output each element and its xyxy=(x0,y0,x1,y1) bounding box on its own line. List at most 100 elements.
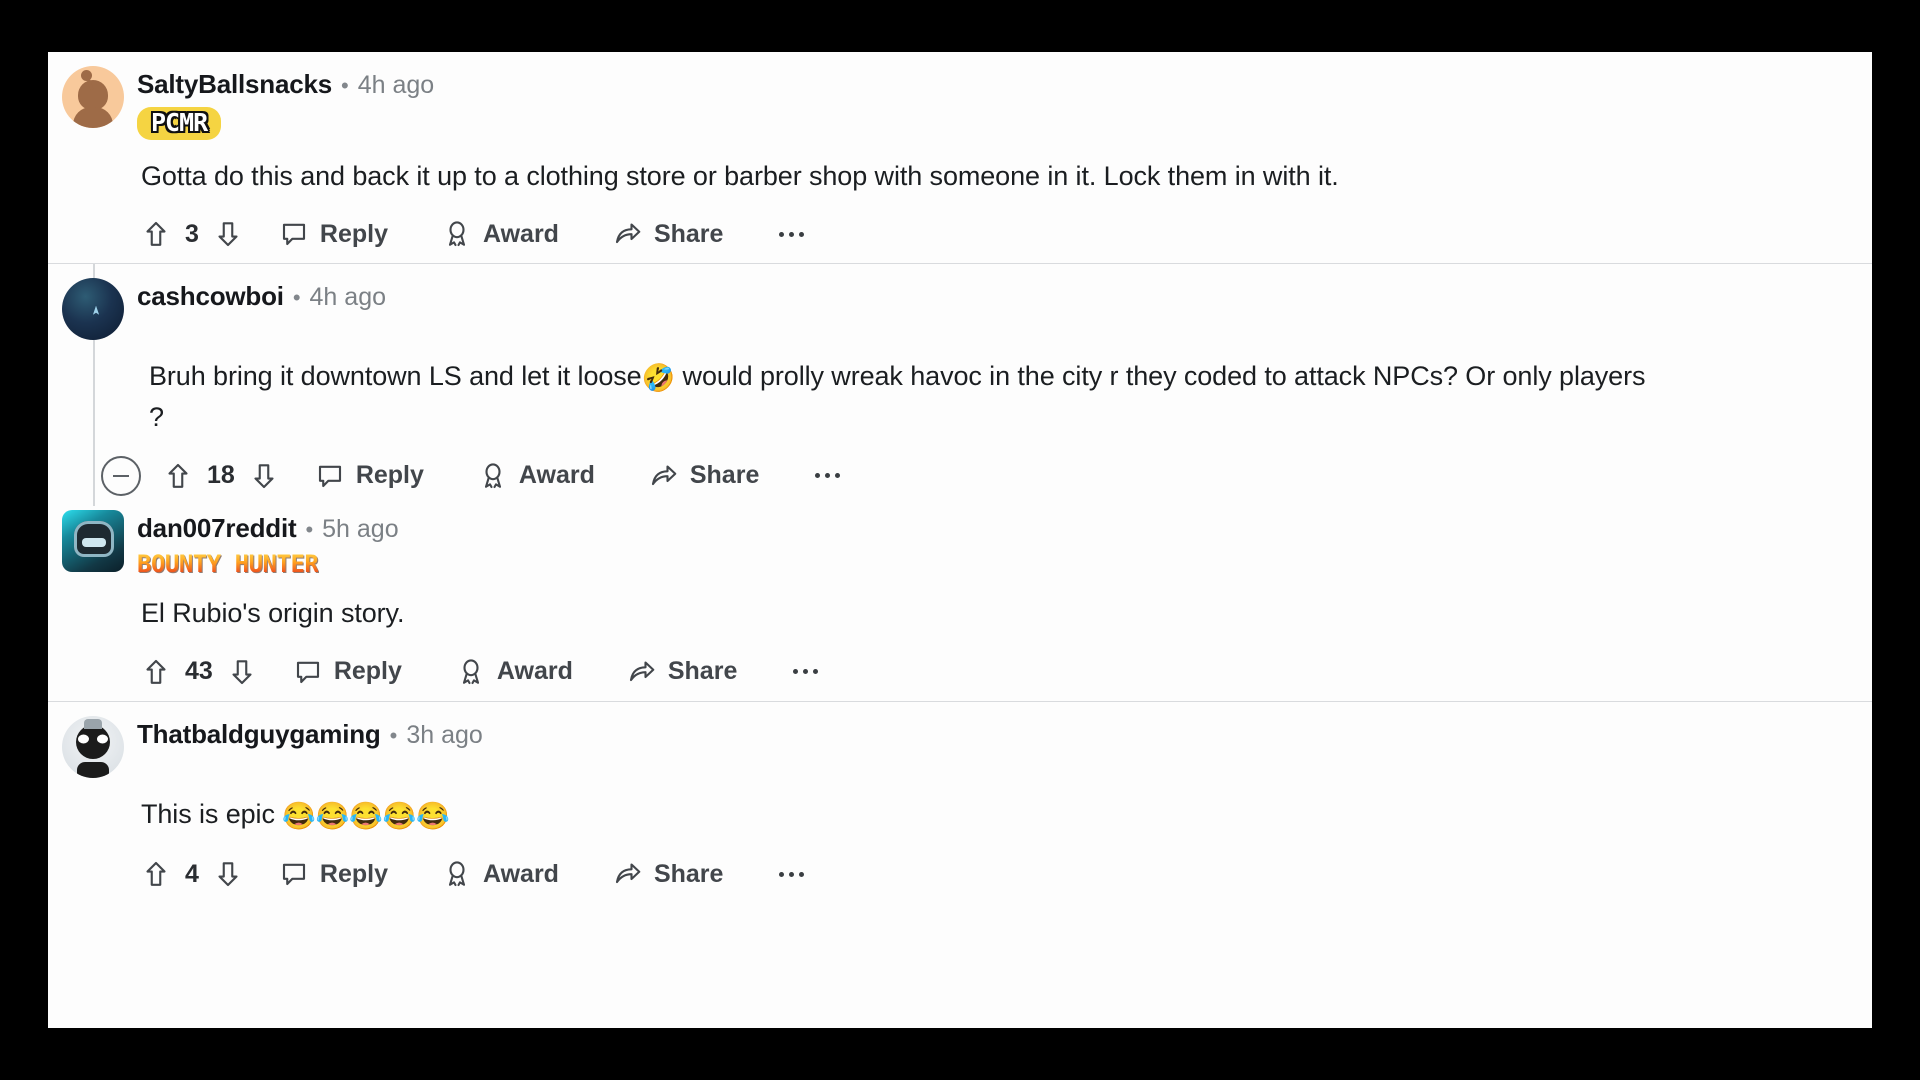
dot xyxy=(779,231,785,237)
meta-separator: • xyxy=(292,285,301,311)
more-options-button[interactable] xyxy=(813,463,842,488)
dot xyxy=(799,871,805,877)
comment-author[interactable]: Thatbaldguygaming xyxy=(137,721,381,747)
award-label: Award xyxy=(483,859,559,888)
upvote-button[interactable] xyxy=(141,859,171,889)
dot xyxy=(799,231,805,237)
reply-button[interactable]: Reply xyxy=(315,457,424,495)
eye xyxy=(97,734,108,744)
comment-author[interactable]: SaltyBallsnacks xyxy=(137,71,332,97)
comment-header: cashcowboi • 4h ago xyxy=(48,278,1872,341)
comment-timestamp: 5h ago xyxy=(322,514,399,543)
comment-thread-item: cashcowboi • 4h ago Bruh bring it downto… xyxy=(48,263,1872,506)
comment-body: This is epic 😂😂😂😂😂 xyxy=(48,795,1658,835)
avatar[interactable] xyxy=(62,509,124,572)
downvote-button[interactable] xyxy=(227,657,257,687)
meta-separator: • xyxy=(305,516,314,542)
comment-timestamp: 4h ago xyxy=(309,283,386,312)
award-button[interactable]: Award xyxy=(478,457,595,495)
avatar[interactable] xyxy=(62,66,124,128)
vote-group: 43 xyxy=(141,653,257,691)
reply-label: Reply xyxy=(333,657,402,686)
award-button[interactable]: Award xyxy=(442,855,559,893)
vote-count: 43 xyxy=(185,657,213,686)
share-label: Share xyxy=(689,461,760,490)
dot xyxy=(835,473,841,479)
comment-body-text: This is epic xyxy=(141,798,283,829)
comments-card: SaltyBallsnacks • 4h ago PCMR Gotta do t… xyxy=(48,52,1872,1028)
upvote-button[interactable] xyxy=(141,657,171,687)
comment-timestamp: 4h ago xyxy=(357,71,435,99)
laughing-emoji: 🤣 xyxy=(641,363,676,394)
award-label: Award xyxy=(518,461,595,490)
downvote-button[interactable] xyxy=(213,859,243,889)
comment-header: SaltyBallsnacks • 4h ago PCMR xyxy=(48,66,1872,140)
reply-label: Reply xyxy=(355,461,424,490)
reply-button[interactable]: Reply xyxy=(279,215,388,253)
comment-actions: 43 Reply Award Share xyxy=(48,653,1872,691)
reply-button[interactable]: Reply xyxy=(279,855,388,893)
comment-body: Gotta do this and back it up to a clothi… xyxy=(141,161,1339,191)
share-button[interactable]: Share xyxy=(627,653,737,691)
minus-icon xyxy=(113,474,129,478)
vote-group: 4 xyxy=(141,855,243,893)
dot xyxy=(803,669,809,675)
vote-count: 3 xyxy=(185,219,199,248)
dot xyxy=(815,473,821,479)
comment-author[interactable]: cashcowboi xyxy=(137,283,284,309)
share-label: Share xyxy=(667,657,738,686)
share-button[interactable]: Share xyxy=(613,855,723,893)
avatar[interactable] xyxy=(62,278,124,341)
vote-count: 18 xyxy=(207,461,235,490)
screen-root: SaltyBallsnacks • 4h ago PCMR Gotta do t… xyxy=(0,0,1920,1080)
skull-cap-icon xyxy=(84,718,102,729)
dot xyxy=(793,669,799,675)
skull-eyes-icon xyxy=(78,734,108,744)
snoo-antenna-ball-icon xyxy=(81,70,92,81)
more-options-button[interactable] xyxy=(777,862,806,887)
vote-count: 4 xyxy=(185,859,199,888)
comment-body: El Rubio's origin story. xyxy=(141,598,405,629)
dot xyxy=(789,871,795,877)
avatar[interactable] xyxy=(62,715,124,778)
reply-label: Reply xyxy=(319,219,388,248)
share-button[interactable]: Share xyxy=(613,215,723,253)
user-flair-badge: BOUNTY HUNTER xyxy=(137,549,319,578)
share-label: Share xyxy=(653,219,724,248)
comment-author[interactable]: dan007reddit xyxy=(137,515,297,541)
dot xyxy=(813,669,819,675)
share-button[interactable]: Share xyxy=(649,457,759,495)
share-label: Share xyxy=(653,859,724,888)
downvote-button[interactable] xyxy=(249,461,279,491)
upvote-button[interactable] xyxy=(141,219,171,249)
award-button[interactable]: Award xyxy=(456,653,573,691)
dot xyxy=(825,473,831,479)
collapse-thread-button[interactable] xyxy=(101,455,141,496)
comment-body-text: Bruh bring it downtown LS and let it loo… xyxy=(149,361,642,392)
vote-group: 3 xyxy=(141,215,243,253)
meta-separator: • xyxy=(341,73,349,98)
comment-thread-item: SaltyBallsnacks • 4h ago PCMR Gotta do t… xyxy=(48,52,1872,264)
more-options-button[interactable] xyxy=(791,659,820,684)
comment-actions: 18 Reply Award Share xyxy=(48,455,1872,496)
meta-separator: • xyxy=(389,722,398,748)
vote-group: 18 xyxy=(163,457,279,495)
downvote-button[interactable] xyxy=(213,219,243,249)
comment-actions: 3 Reply Award Share xyxy=(48,215,1872,253)
comment-header: Thatbaldguygaming • 3h ago xyxy=(48,715,1872,778)
more-options-button[interactable] xyxy=(777,222,806,247)
upvote-button[interactable] xyxy=(163,461,193,491)
dot xyxy=(779,871,785,877)
eye xyxy=(78,734,89,744)
comment-body: Bruh bring it downtown LS and let it loo… xyxy=(48,357,1658,436)
reply-button[interactable]: Reply xyxy=(293,653,402,691)
dot xyxy=(789,231,795,237)
reply-label: Reply xyxy=(319,859,388,888)
award-button[interactable]: Award xyxy=(442,215,559,253)
award-label: Award xyxy=(496,657,573,686)
laughing-emoji: 😂😂😂😂😂 xyxy=(282,800,450,831)
comment-timestamp: 3h ago xyxy=(406,720,483,749)
award-label: Award xyxy=(483,219,559,248)
comment-thread-item: Thatbaldguygaming • 3h ago This is epic … xyxy=(48,700,1872,904)
comment-actions: 4 Reply Award Share xyxy=(48,855,1872,893)
